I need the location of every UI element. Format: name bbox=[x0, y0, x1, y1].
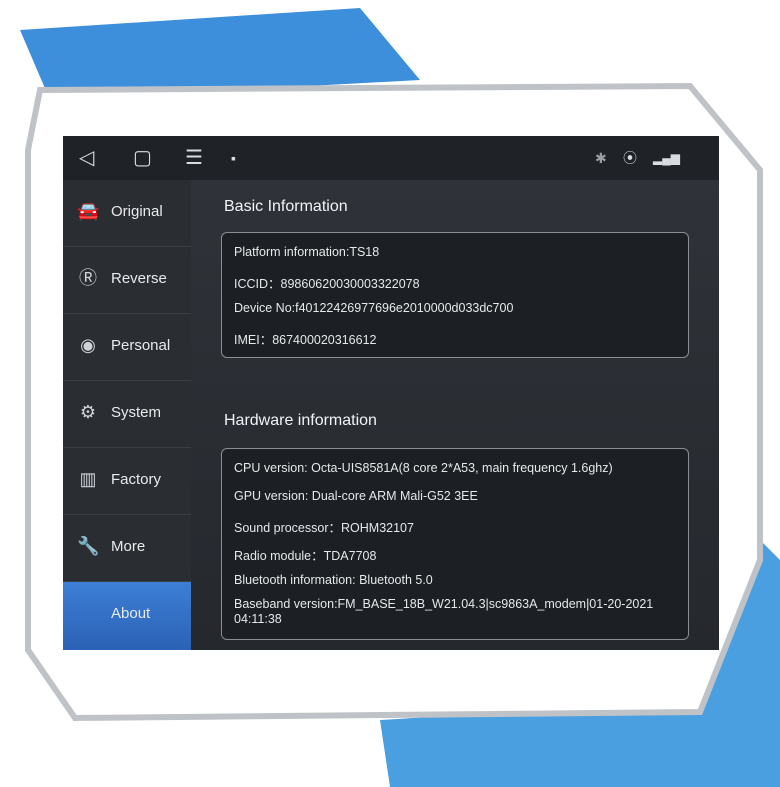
basic-info-title: Basic Information bbox=[224, 198, 348, 215]
radio-module: Radio module：TDA7708 bbox=[234, 549, 377, 563]
sound-processor: Sound processor：ROHM32107 bbox=[234, 521, 414, 535]
person-icon: ◉ bbox=[80, 335, 96, 355]
settings-sidebar: 🚘 Original Ⓡ Reverse ◉ Personal ⚙ System… bbox=[63, 180, 191, 650]
sidebar-item-factory[interactable]: ▥ Factory bbox=[63, 448, 191, 515]
car-icon: 🚘 bbox=[77, 201, 100, 221]
imei: IMEI：867400020316612 bbox=[234, 333, 377, 347]
sidebar-item-label: About bbox=[111, 605, 151, 622]
signal-icon: ▂▄▆ bbox=[653, 151, 680, 165]
device-no: Device No:f40122426977696e2010000d033dc7… bbox=[234, 301, 514, 315]
hardware-info-title: Hardware information bbox=[224, 412, 377, 429]
sidebar-item-label: Reverse bbox=[111, 270, 167, 287]
device-screen: ◁ ▢ ☰ ▪ ✱ ⦿ ▂▄▆ 🚘 Original Ⓡ Reverse ◉ P… bbox=[63, 136, 719, 650]
home-icon[interactable]: ▢ bbox=[133, 147, 152, 169]
back-icon[interactable]: ◁ bbox=[79, 147, 94, 169]
factory-icon: ▥ bbox=[79, 469, 97, 489]
sidebar-item-label: System bbox=[111, 404, 162, 421]
hardware-info-card: CPU version: Octa-UIS8581A(8 core 2*A53,… bbox=[221, 448, 689, 640]
sidebar-item-label: Original bbox=[111, 203, 163, 220]
location-icon: ⦿ bbox=[623, 150, 637, 166]
bluetooth-info: Bluetooth information: Bluetooth 5.0 bbox=[234, 573, 433, 587]
iccid: ICCID：89860620030003322078 bbox=[234, 277, 420, 291]
sidebar-item-more[interactable]: 🔧 More bbox=[63, 515, 191, 582]
reverse-icon: Ⓡ bbox=[79, 268, 97, 288]
sidebar-item-label: More bbox=[111, 538, 146, 555]
baseband-version: Baseband version:FM_BASE_18B_W21.04.3|sc… bbox=[234, 597, 654, 626]
menu-icon[interactable]: ☰ bbox=[185, 147, 203, 169]
sidebar-item-about[interactable]: About bbox=[63, 582, 191, 650]
bluetooth-icon: ✱ bbox=[595, 150, 607, 166]
gpu-version: GPU version: Dual-core ARM Mali-G52 3EE bbox=[234, 489, 478, 503]
sidebar-item-original[interactable]: 🚘 Original bbox=[63, 180, 191, 247]
notification-icon: ▪ bbox=[231, 150, 236, 166]
wrench-icon: 🔧 bbox=[77, 536, 100, 556]
sidebar-item-personal[interactable]: ◉ Personal bbox=[63, 314, 191, 381]
about-content: Basic Information Platform information:T… bbox=[191, 180, 719, 650]
gears-icon: ⚙ bbox=[79, 402, 97, 422]
status-bar: ◁ ▢ ☰ ▪ ✱ ⦿ ▂▄▆ bbox=[63, 136, 719, 180]
info-icon bbox=[77, 602, 99, 624]
sidebar-item-label: Factory bbox=[111, 471, 162, 488]
sidebar-item-label: Personal bbox=[111, 337, 171, 354]
basic-info-card: Platform information:TS18 ICCID：89860620… bbox=[221, 232, 689, 358]
sidebar-item-reverse[interactable]: Ⓡ Reverse bbox=[63, 247, 191, 314]
platform-info: Platform information:TS18 bbox=[234, 245, 380, 259]
sidebar-item-system[interactable]: ⚙ System bbox=[63, 381, 191, 448]
cpu-version: CPU version: Octa-UIS8581A(8 core 2*A53,… bbox=[234, 461, 613, 475]
